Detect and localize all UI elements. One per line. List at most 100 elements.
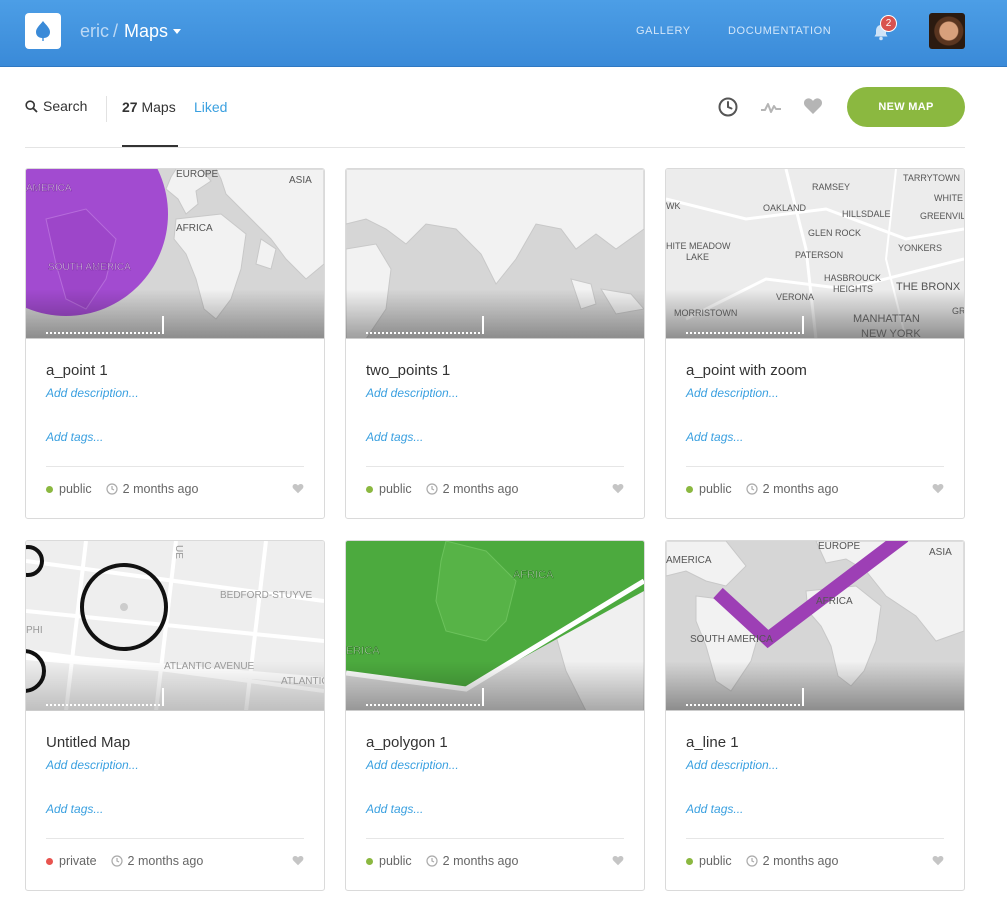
breadcrumb-separator: / [113, 21, 119, 41]
heart-icon[interactable] [292, 855, 304, 866]
maps-label: Maps [141, 99, 176, 115]
map-label: PATERSON [795, 250, 843, 260]
heart-icon[interactable] [932, 855, 944, 866]
divider [46, 466, 304, 467]
map-thumbnail[interactable]: AMERICA EUROPE ASIA AFRICA SOUTH AMERICA [666, 541, 964, 711]
map-label: WHITE [934, 193, 963, 203]
clock-icon [106, 483, 118, 495]
map-thumbnail[interactable]: AFRICA ERICA [346, 541, 644, 711]
add-tags-link[interactable]: Add tags... [366, 430, 423, 444]
map-card[interactable]: UE BEDFORD-STUYVE PHI ATLANTIC AVENUE AT… [25, 540, 325, 891]
updated-time: 2 months ago [442, 854, 519, 868]
breadcrumb-user[interactable]: eric [80, 21, 109, 42]
heart-icon[interactable] [292, 483, 304, 494]
activity-icon[interactable] [760, 100, 782, 114]
clock-icon [746, 855, 758, 867]
logo-icon[interactable] [25, 13, 61, 49]
avatar[interactable] [929, 13, 965, 49]
heart-icon[interactable] [612, 483, 624, 494]
add-tags-link[interactable]: Add tags... [366, 802, 423, 816]
map-label: HILLSDALE [842, 209, 891, 219]
map-meta: public 2 months ago [366, 482, 518, 496]
nav-documentation[interactable]: DOCUMENTATION [728, 25, 831, 37]
map-title[interactable]: Untitled Map [46, 734, 130, 751]
search-label: Search [43, 98, 88, 114]
notification-badge[interactable]: 2 [880, 15, 897, 32]
add-tags-link[interactable]: Add tags... [686, 430, 743, 444]
map-label: EUROPE [818, 541, 861, 552]
clock-icon [426, 483, 438, 495]
search-button[interactable]: Search [25, 98, 87, 114]
map-title[interactable]: a_line 1 [686, 734, 739, 751]
privacy-label[interactable]: public [379, 854, 412, 868]
map-thumbnail[interactable] [346, 169, 644, 339]
heart-icon[interactable] [932, 483, 944, 494]
maps-count: 27 [122, 99, 138, 115]
map-label: AFRICA [513, 569, 554, 581]
filter-bar: Search 27 Maps Liked NEW MAP [25, 86, 965, 148]
map-thumbnail[interactable]: AMERICA EUROPE ASIA AFRICA SOUTH AMERICA [26, 169, 324, 339]
map-label: BEDFORD-STUYVE [220, 590, 313, 601]
add-description-link[interactable]: Add description... [46, 386, 139, 400]
map-label: SOUTH AMERICA [690, 634, 773, 645]
clock-icon[interactable] [717, 96, 739, 118]
privacy-label[interactable]: public [59, 482, 92, 496]
add-description-link[interactable]: Add description... [366, 758, 459, 772]
map-label: UE [173, 545, 184, 559]
heart-icon[interactable] [612, 855, 624, 866]
updated-time: 2 months ago [442, 482, 519, 496]
privacy-label[interactable]: private [59, 854, 97, 868]
map-label: HITE MEADOW [666, 241, 731, 251]
updated-time: 2 months ago [762, 854, 839, 868]
map-label: GREENVIL [920, 211, 964, 221]
map-label: GLEN ROCK [808, 228, 861, 238]
add-description-link[interactable]: Add description... [686, 386, 779, 400]
scale-bar [686, 316, 804, 334]
add-tags-link[interactable]: Add tags... [46, 430, 103, 444]
map-title[interactable]: a_polygon 1 [366, 734, 448, 751]
map-card[interactable]: AMERICA EUROPE ASIA AFRICA SOUTH AMERICA… [25, 168, 325, 519]
privacy-label[interactable]: public [699, 482, 732, 496]
scale-bar [686, 688, 804, 706]
caret-down-icon[interactable] [173, 29, 182, 34]
map-label: AFRICA [816, 596, 853, 607]
map-label: ATLANTIC [281, 676, 324, 687]
new-map-button[interactable]: NEW MAP [847, 87, 965, 127]
add-tags-link[interactable]: Add tags... [686, 802, 743, 816]
tab-maps[interactable]: 27 Maps [122, 99, 178, 147]
map-meta: private 2 months ago [46, 854, 203, 868]
heart-icon[interactable] [803, 97, 823, 115]
map-card[interactable]: two_points 1 Add description... Add tags… [345, 168, 645, 519]
map-title[interactable]: a_point 1 [46, 362, 108, 379]
privacy-dot [366, 857, 373, 865]
add-tags-link[interactable]: Add tags... [46, 802, 103, 816]
map-title[interactable]: two_points 1 [366, 362, 450, 379]
privacy-label[interactable]: public [699, 854, 732, 868]
map-label: TARRYTOWN [903, 173, 960, 183]
map-meta: public 2 months ago [686, 482, 838, 496]
privacy-dot [366, 485, 373, 493]
map-label: THE BRONX [896, 281, 961, 293]
map-card[interactable]: AMERICA EUROPE ASIA AFRICA SOUTH AMERICA… [665, 540, 965, 891]
privacy-label[interactable]: public [379, 482, 412, 496]
map-thumbnail[interactable]: TARRYTOWN RAMSEY WHITE WK OAKLAND HILLSD… [666, 169, 964, 339]
map-card[interactable]: TARRYTOWN RAMSEY WHITE WK OAKLAND HILLSD… [665, 168, 965, 519]
add-description-link[interactable]: Add description... [46, 758, 139, 772]
map-card[interactable]: AFRICA ERICA a_polygon 1 Add description… [345, 540, 645, 891]
divider [106, 96, 107, 122]
search-icon [25, 99, 38, 113]
map-meta: public 2 months ago [366, 854, 518, 868]
privacy-dot [46, 857, 53, 865]
map-label: AFRICA [176, 223, 213, 234]
map-title[interactable]: a_point with zoom [686, 362, 807, 379]
breadcrumb: eric / Maps [80, 21, 182, 42]
breadcrumb-section[interactable]: Maps [124, 21, 168, 42]
map-label: OAKLAND [763, 203, 807, 213]
nav-gallery[interactable]: GALLERY [636, 25, 691, 37]
tab-liked[interactable]: Liked [194, 99, 227, 115]
map-thumbnail[interactable]: UE BEDFORD-STUYVE PHI ATLANTIC AVENUE AT… [26, 541, 324, 711]
map-label: ASIA [929, 547, 952, 558]
map-label: RAMSEY [812, 182, 850, 192]
add-description-link[interactable]: Add description... [686, 758, 779, 772]
add-description-link[interactable]: Add description... [366, 386, 459, 400]
